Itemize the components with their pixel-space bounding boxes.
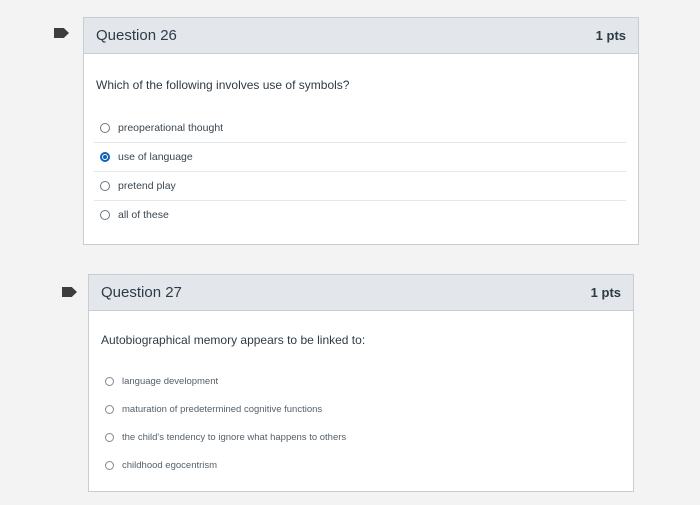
- answer-label: maturation of predetermined cognitive fu…: [122, 403, 323, 415]
- radio-icon[interactable]: [100, 210, 110, 220]
- answer-option[interactable]: maturation of predetermined cognitive fu…: [99, 395, 621, 423]
- answer-label: preoperational thought: [118, 121, 224, 134]
- answer-option[interactable]: use of language: [94, 142, 626, 171]
- question-points: 1 pts: [590, 285, 621, 300]
- radio-icon[interactable]: [105, 404, 114, 414]
- question-title: Question 27: [101, 284, 182, 301]
- question-header: Question 26 1 pts: [84, 18, 638, 54]
- question-26: Question 26 1 pts Which of the following…: [83, 17, 639, 245]
- answer-label: the child's tendency to ignore what happ…: [122, 431, 347, 443]
- question-text: Autobiographical memory appears to be li…: [101, 333, 366, 347]
- question-header: Question 27 1 pts: [89, 275, 633, 311]
- answer-label: pretend play: [118, 180, 176, 192]
- answer-label: all of these: [118, 209, 169, 221]
- question-text: Which of the following involves use of s…: [96, 78, 350, 92]
- question-title: Question 26: [96, 27, 177, 44]
- radio-icon[interactable]: [100, 122, 110, 133]
- answer-list: language development maturation of prede…: [99, 367, 621, 479]
- flag-icon[interactable]: [54, 28, 69, 38]
- question-27: Question 27 1 pts Autobiographical memor…: [88, 274, 634, 492]
- answer-list: preoperational thought use of language p…: [94, 113, 626, 229]
- answer-option[interactable]: pretend play: [94, 171, 626, 200]
- answer-option[interactable]: language development: [99, 367, 621, 395]
- answer-option[interactable]: childhood egocentrism: [99, 451, 621, 479]
- answer-option[interactable]: all of these: [94, 200, 626, 229]
- radio-icon[interactable]: [105, 432, 114, 442]
- answer-label: use of language: [118, 151, 193, 163]
- radio-icon[interactable]: [105, 460, 114, 470]
- answer-option[interactable]: preoperational thought: [94, 113, 626, 142]
- answer-label: language development: [122, 375, 219, 387]
- flag-icon[interactable]: [62, 287, 77, 297]
- answer-option[interactable]: the child's tendency to ignore what happ…: [99, 423, 621, 451]
- answer-label: childhood egocentrism: [122, 459, 218, 471]
- radio-icon[interactable]: [100, 152, 110, 162]
- radio-icon[interactable]: [105, 376, 114, 386]
- radio-icon[interactable]: [100, 181, 110, 191]
- question-points: 1 pts: [595, 28, 626, 43]
